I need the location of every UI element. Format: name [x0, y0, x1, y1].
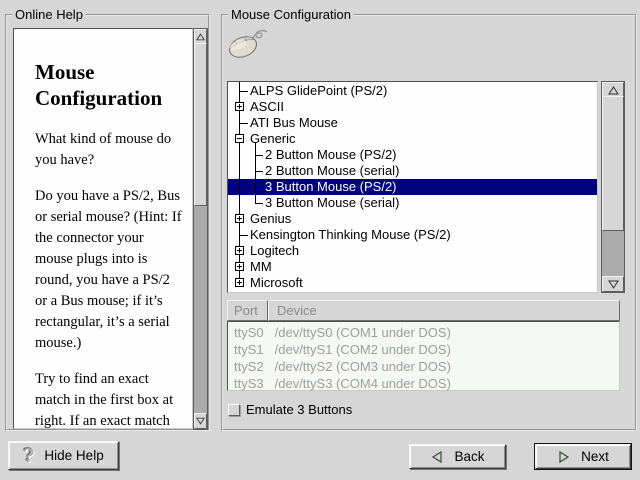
- help-scrollbar[interactable]: [193, 28, 208, 430]
- tree-item-3-button-serial[interactable]: 3 Button Mouse (serial): [228, 195, 597, 211]
- table-row: ttyS1 /dev/ttyS1 (COM2 under DOS): [228, 341, 619, 358]
- expand-plus-icon[interactable]: [235, 262, 244, 271]
- help-paragraph: Do you have a PS/2, Bus or serial mouse?…: [35, 186, 184, 354]
- device-cell: /dev/ttyS3 (COM4 under DOS): [275, 376, 451, 391]
- arrow-right-icon: [557, 450, 571, 464]
- triangle-down-icon: [608, 280, 619, 289]
- tree-item-label: 2 Button Mouse (PS/2): [265, 147, 397, 162]
- tree-scrollbar-thumb[interactable]: [602, 96, 624, 231]
- back-button-label: Back: [454, 449, 484, 464]
- next-button-label: Next: [581, 449, 609, 464]
- help-scrollbar-thumb[interactable]: [194, 43, 207, 206]
- port-table-body: ttyS0 /dev/ttyS0 (COM1 under DOS) ttyS1 …: [227, 321, 620, 391]
- tree-item-label: 3 Button Mouse (serial): [265, 195, 399, 210]
- device-cell: /dev/ttyS0 (COM1 under DOS): [275, 325, 451, 340]
- scroll-down-arrow-icon[interactable]: [602, 276, 624, 292]
- emulate-3-buttons-checkbox[interactable]: [228, 404, 240, 416]
- port-cell: ttyS2: [234, 358, 271, 375]
- help-heading: Mouse Configuration: [35, 59, 184, 111]
- device-column-header: Device: [268, 300, 620, 321]
- tree-item-label: MM: [250, 259, 272, 274]
- help-text-panel: Mouse Configuration What kind of mouse d…: [13, 28, 193, 429]
- port-table-header: Port Device: [227, 300, 620, 321]
- tree-item-label: ALPS GlidePoint (PS/2): [250, 83, 387, 98]
- help-paragraph: Try to find an exact match in the first …: [35, 369, 184, 429]
- expand-plus-icon[interactable]: [235, 214, 244, 223]
- tree-item-mm[interactable]: MM: [228, 259, 597, 275]
- arrow-left-icon: [430, 450, 444, 464]
- hide-help-button[interactable]: ? Hide Help: [8, 441, 119, 470]
- next-button[interactable]: Next: [535, 444, 631, 469]
- tree-item-label: ASCII: [250, 99, 284, 114]
- hide-help-button-label: Hide Help: [44, 448, 103, 463]
- tree-item-label: Genius: [250, 211, 291, 226]
- help-paragraph: What kind of mouse do you have?: [35, 129, 184, 171]
- table-row: ttyS2 /dev/ttyS2 (COM3 under DOS): [228, 358, 619, 375]
- online-help-frame-title: Online Help: [12, 7, 86, 22]
- tree-item-2-button-serial[interactable]: 2 Button Mouse (serial): [228, 163, 597, 179]
- triangle-up-icon: [196, 33, 205, 41]
- mouse-configuration-frame-title: Mouse Configuration: [228, 7, 354, 22]
- tree-item-microsoft[interactable]: Microsoft: [228, 275, 597, 291]
- tree-item-logitech[interactable]: Logitech: [228, 243, 597, 259]
- triangle-up-icon: [608, 86, 619, 95]
- tree-item-label: Kensington Thinking Mouse (PS/2): [250, 227, 451, 242]
- tree-item-3-button-ps2-selected[interactable]: 3 Button Mouse (PS/2): [228, 179, 597, 195]
- tree-item-label: 2 Button Mouse (serial): [265, 163, 399, 178]
- tree-item-label: Generic: [250, 131, 296, 146]
- mouse-icon: [226, 25, 268, 61]
- table-row: ttyS3 /dev/ttyS3 (COM4 under DOS): [228, 375, 619, 392]
- port-cell: ttyS0: [234, 324, 271, 341]
- back-button[interactable]: Back: [409, 444, 506, 469]
- tree-item-genius[interactable]: Genius: [228, 211, 597, 227]
- triangle-down-icon: [196, 417, 205, 425]
- emulate-3-buttons-label: Emulate 3 Buttons: [246, 402, 352, 418]
- tree-branch-line: [255, 143, 256, 203]
- expand-plus-icon[interactable]: [235, 102, 244, 111]
- port-column-header: Port: [227, 300, 268, 321]
- port-cell: ttyS3: [234, 375, 271, 392]
- expand-plus-icon[interactable]: [235, 246, 244, 255]
- tree-item-label: 3 Button Mouse (PS/2): [265, 179, 397, 194]
- tree-item-alps-glidepoint[interactable]: ALPS GlidePoint (PS/2): [228, 83, 597, 99]
- port-cell: ttyS1: [234, 341, 271, 358]
- table-row: ttyS0 /dev/ttyS0 (COM1 under DOS): [228, 324, 619, 341]
- tree-item-2-button-ps2[interactable]: 2 Button Mouse (PS/2): [228, 147, 597, 163]
- tree-item-ascii[interactable]: ASCII: [228, 99, 597, 115]
- tree-item-label: Logitech: [250, 243, 299, 258]
- question-mark-icon: ?: [23, 447, 34, 465]
- device-cell: /dev/ttyS1 (COM2 under DOS): [275, 342, 451, 357]
- mouse-model-tree: ALPS GlidePoint (PS/2) ASCII ATI Bus Mou…: [227, 81, 598, 293]
- collapse-minus-icon[interactable]: [235, 134, 244, 143]
- tree-item-ati-bus-mouse[interactable]: ATI Bus Mouse: [228, 115, 597, 131]
- expand-plus-icon[interactable]: [235, 278, 244, 287]
- tree-scrollbar[interactable]: [601, 81, 625, 293]
- tree-item-generic[interactable]: Generic: [228, 131, 597, 147]
- tree-item-label: Microsoft: [250, 275, 303, 290]
- tree-item-label: ATI Bus Mouse: [250, 115, 338, 130]
- device-cell: /dev/ttyS2 (COM3 under DOS): [275, 359, 451, 374]
- tree-item-kensington[interactable]: Kensington Thinking Mouse (PS/2): [228, 227, 597, 243]
- scroll-down-arrow-icon[interactable]: [194, 413, 207, 429]
